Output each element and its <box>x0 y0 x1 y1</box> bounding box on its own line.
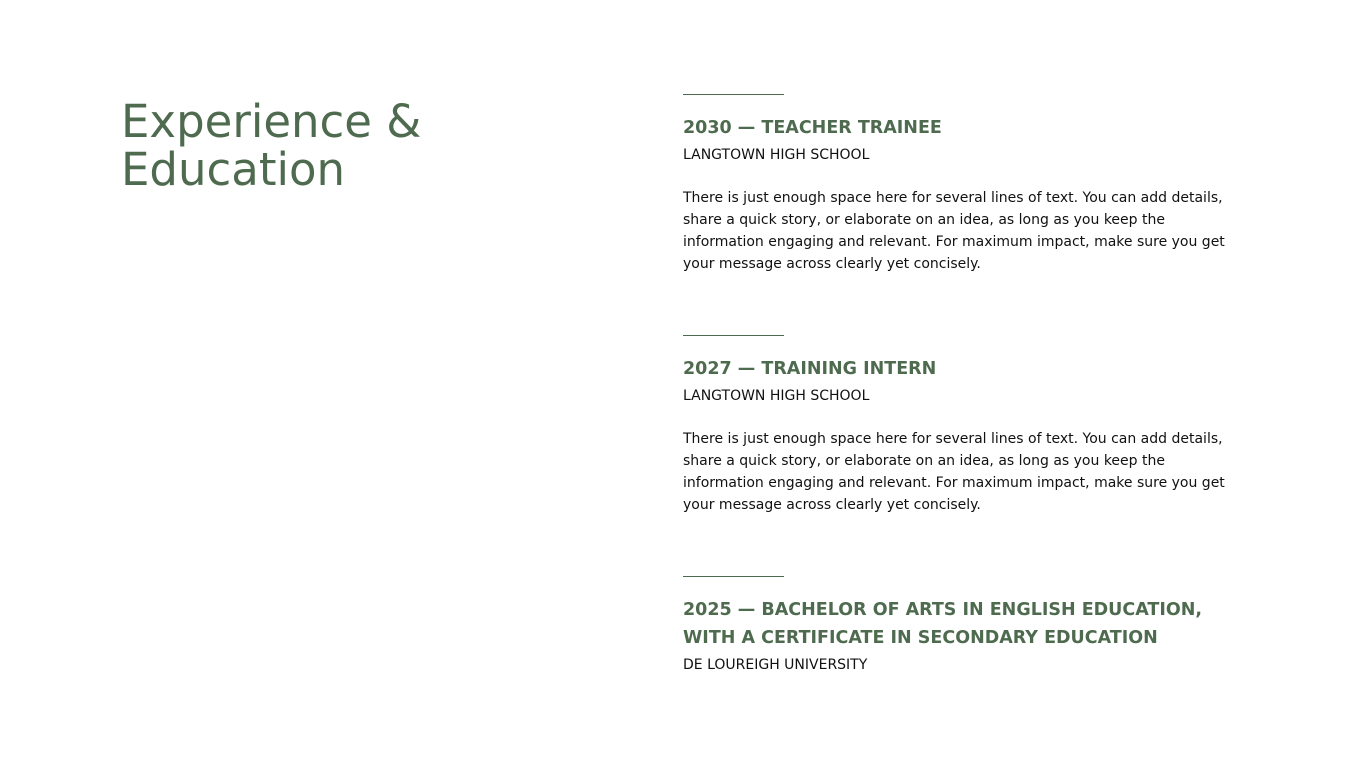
divider <box>683 94 784 95</box>
entry-heading: 2025 — BACHELOR OF ARTS IN ENGLISH EDUCA… <box>683 600 1203 648</box>
divider <box>683 576 784 577</box>
education-entry: 2025 — BACHELOR OF ARTS IN ENGLISH EDUCA… <box>683 576 1253 675</box>
entry-organization: DE LOUREIGH UNIVERSITY <box>683 657 868 673</box>
divider <box>683 335 784 336</box>
entry-description: There is just enough space here for seve… <box>683 190 1225 272</box>
page-title: Experience & Education <box>121 95 422 196</box>
slide: Experience & Education 2030 — TEACHER TR… <box>0 0 1366 768</box>
entry-organization: LANGTOWN HIGH SCHOOL <box>683 388 870 404</box>
experience-entry: 2027 — TRAINING INTERN LANGTOWN HIGH SCH… <box>683 335 1243 516</box>
entry-description: There is just enough space here for seve… <box>683 431 1225 513</box>
experience-entry: 2030 — TEACHER TRAINEE LANGTOWN HIGH SCH… <box>683 94 1243 275</box>
entry-organization: LANGTOWN HIGH SCHOOL <box>683 147 870 163</box>
entry-heading: 2027 — TRAINING INTERN <box>683 359 937 379</box>
entry-heading: 2030 — TEACHER TRAINEE <box>683 118 942 138</box>
